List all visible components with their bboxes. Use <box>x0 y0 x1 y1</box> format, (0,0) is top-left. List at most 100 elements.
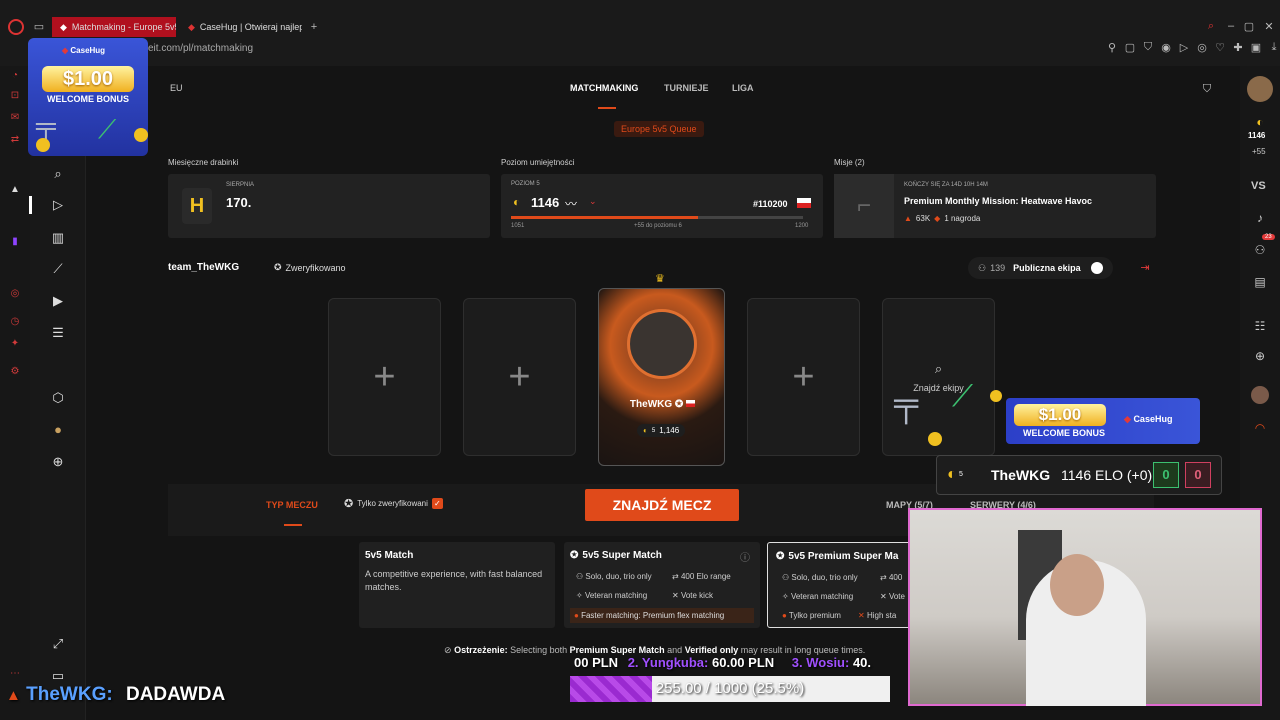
mode-card-super[interactable]: ✪ 5v5 Super Match ⓘ ⚇ Solo, duo, trio onl… <box>564 542 760 628</box>
casehug-logo-icon: ◆ <box>62 46 69 55</box>
invite-slot[interactable]: + <box>328 298 441 456</box>
mode-feature: ⚇ Solo, duo, trio only <box>576 572 652 581</box>
leave-team-icon[interactable]: ⇥ <box>1138 260 1152 274</box>
add-icon[interactable]: ⊕ <box>48 452 68 472</box>
collapse-icon[interactable]: ▭ <box>48 666 68 686</box>
club-avatar-icon[interactable]: ● <box>48 419 68 439</box>
mode-card-5v5[interactable]: 5v5 Match A competitive experience, with… <box>359 542 555 628</box>
clan-icon[interactable]: ⬡ <box>48 388 68 408</box>
heart-icon[interactable]: ♡ <box>1214 41 1226 54</box>
view-icon[interactable]: ◎ <box>1196 41 1208 54</box>
elo-progress-fill <box>511 216 698 219</box>
bell-icon[interactable]: ♪ <box>1250 208 1270 228</box>
expand-icon[interactable]: ⤢ <box>48 634 68 654</box>
verified-only-filter[interactable]: ✪ Tylko zweryfikowani ✓ <box>344 497 443 510</box>
pin-icon[interactable]: ⚲ <box>1106 41 1118 54</box>
minimize-icon[interactable]: – <box>1224 19 1238 33</box>
history-icon[interactable]: ◷ <box>6 312 24 330</box>
losses-counter: 0 <box>1185 462 1211 488</box>
team-name[interactable]: team_TheWKG <box>168 262 239 273</box>
twitch-icon[interactable]: ▮ <box>6 232 24 250</box>
queue-badge[interactable]: Europe 5v5 Queue <box>614 121 704 137</box>
more-icon[interactable]: ⋯ <box>6 664 24 682</box>
address-bar[interactable]: eit.com/pl/matchmaking <box>148 43 253 54</box>
mode-title: 5v5 Match <box>365 550 414 561</box>
video-icon[interactable]: ▶ <box>48 291 68 311</box>
ladder-card[interactable]: H SIERPNIA 170. <box>168 174 490 238</box>
chat-message: ▲ TheWKG: DADAWDA <box>6 684 226 705</box>
friend-avatar[interactable] <box>1251 386 1269 404</box>
casehug-ad[interactable]: ◆ CaseHug $1.00 WELCOME BONUS ╤ ⟋ <box>28 38 148 156</box>
add-friend-icon[interactable]: ⊕ <box>1250 346 1270 366</box>
mission-ends: KOŃCZY SIĘ ZA 14D 10H 14M <box>904 182 988 188</box>
nav-liga[interactable]: LIGA <box>732 83 754 93</box>
ladder-month: SIERPNIA <box>226 182 255 188</box>
casehug-brand: ◆ CaseHug <box>1124 414 1173 424</box>
verified-icon: ✪ <box>344 498 354 510</box>
mode-card-premium[interactable]: ✪ 5v5 Premium Super Ma ⚇ Solo, duo, trio … <box>767 542 915 628</box>
user-avatar[interactable] <box>1247 76 1273 102</box>
chevron-down-icon[interactable]: ⌄ <box>589 196 597 207</box>
invite-slot[interactable]: + <box>463 298 576 456</box>
opera-logo-icon[interactable] <box>8 19 24 35</box>
mail-icon[interactable]: ✉ <box>6 108 24 126</box>
shop-icon[interactable]: ⛉ <box>1200 82 1214 96</box>
shield-icon[interactable]: ⛉ <box>1142 41 1154 54</box>
snapshot-icon[interactable]: ▢ <box>1124 41 1136 54</box>
camera-icon[interactable]: ◉ <box>1160 41 1172 54</box>
alert-icon: ✕ <box>858 611 865 620</box>
bulb-icon[interactable]: ✦ <box>6 334 24 352</box>
level-gauge-icon: ◐ <box>947 466 957 483</box>
extensions-icon[interactable]: ✚ <box>1232 41 1244 54</box>
donation-goal-bar: 255.00 / 1000 (25.5%) <box>570 676 890 702</box>
speed-dial-icon[interactable]: ◔ <box>6 66 24 84</box>
aria-icon[interactable]: ▲ <box>6 180 24 198</box>
settings-icon[interactable]: ⚙ <box>6 362 24 380</box>
player-icon[interactable]: ◎ <box>6 284 24 302</box>
vs-button[interactable]: VS <box>1251 180 1266 192</box>
search-players-icon[interactable]: ⌕ <box>48 164 68 184</box>
knife-icon: ⟋ <box>98 114 117 144</box>
checkbox-checked-icon[interactable]: ✓ <box>431 498 443 509</box>
player-card[interactable]: TheWKG ✪ ◐ 5 1,146 <box>598 288 725 466</box>
info-icon[interactable]: ⓘ <box>740 549 750 564</box>
list-icon[interactable]: ☰ <box>48 323 68 343</box>
stats-icon[interactable]: ⟋ <box>48 259 68 279</box>
search-icon[interactable]: ⌕ <box>1204 19 1218 33</box>
mode-feature: ⇄ 400 <box>880 573 903 582</box>
casehug-banner[interactable]: $1.00 WELCOME BONUS ◆ CaseHug <box>1006 398 1200 444</box>
play-icon[interactable]: ▷ <box>1178 41 1190 54</box>
wallet-icon[interactable]: ▣ <box>1250 41 1262 54</box>
headset-icon[interactable]: ◠ <box>1250 418 1270 438</box>
mission-card[interactable]: ⌐ KOŃCZY SIĘ ZA 14D 10H 14M Premium Mont… <box>834 174 1156 238</box>
maximize-icon[interactable]: ▢ <box>1242 19 1256 33</box>
tab-casehug[interactable]: ◆ CaseHug | Otwieraj najlep <box>180 17 302 37</box>
mission-meta: ▲ 63K ◆ 1 nagroda <box>904 214 981 223</box>
invite-slot[interactable]: + <box>747 298 860 456</box>
play-nav-icon[interactable]: ▷ <box>48 195 68 215</box>
tab-matchmaking[interactable]: ◆ Matchmaking - Europe 5v5 <box>52 17 176 37</box>
mode-feature: ✧ Veteran matching <box>576 591 648 600</box>
rankings-icon[interactable]: ▥ <box>48 228 68 248</box>
chat-icon[interactable]: ▤ <box>1250 272 1270 292</box>
nav-matchmaking[interactable]: MATCHMAKING <box>570 83 638 93</box>
new-tab-icon[interactable]: + <box>306 19 322 35</box>
tabs-menu-icon[interactable]: ▭ <box>32 19 46 33</box>
nav-active-underline <box>598 107 616 109</box>
tab-match-type[interactable]: TYP MECZU <box>266 500 318 510</box>
public-team-toggle[interactable]: ⚇ 139 Publiczna ekipa <box>968 257 1113 279</box>
region-label[interactable]: EU <box>170 83 183 93</box>
friends-icon[interactable]: ⚇ <box>1250 240 1270 260</box>
close-icon[interactable]: ✕ <box>1262 19 1276 33</box>
party-icon[interactable]: ☷ <box>1250 316 1270 336</box>
rifle-image-icon: ⌐ <box>834 174 894 238</box>
skill-card[interactable]: POZIOM 5 ◐ 1146 〰 ⌄ #110200 1051 +55 do … <box>501 174 823 238</box>
find-match-button[interactable]: ZNAJDŹ MECZ <box>585 489 739 521</box>
group-icon: ⚇ <box>978 262 987 273</box>
coin-icon <box>990 390 1002 402</box>
mode-title: ✪ 5v5 Premium Super Ma <box>776 551 899 562</box>
flow-icon[interactable]: ⇄ <box>6 130 24 148</box>
nav-turnieje[interactable]: TURNIEJE <box>664 83 709 93</box>
download-icon[interactable]: ⤓ <box>1268 41 1280 54</box>
bag-icon[interactable]: ⊡ <box>6 86 24 104</box>
